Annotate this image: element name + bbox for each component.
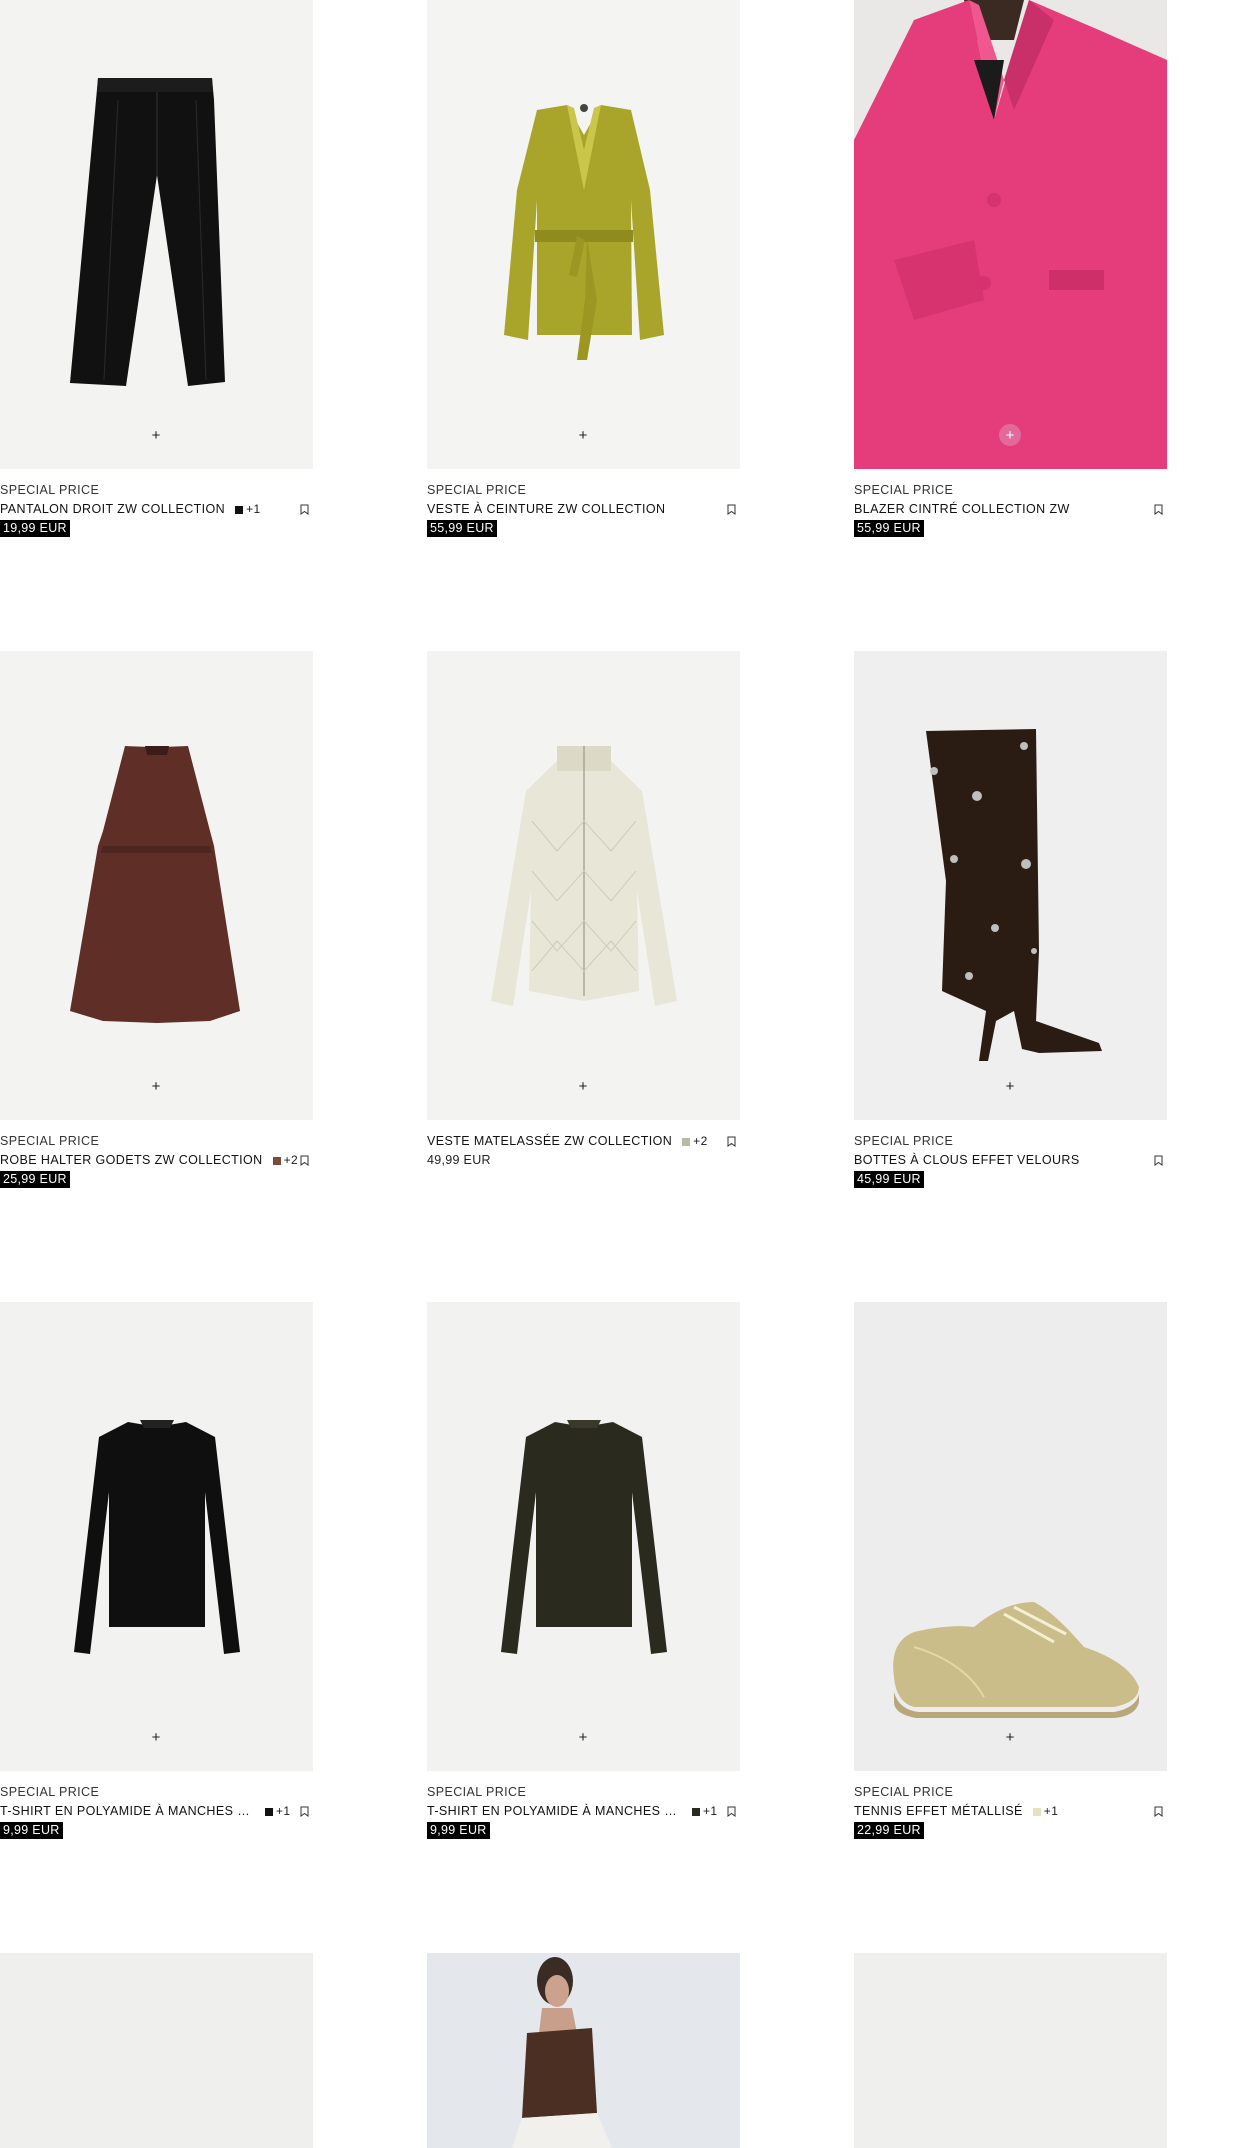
product-card[interactable] [854,1953,1167,2148]
product-price: 49,99 EUR [427,1153,491,1167]
product-name[interactable]: BLAZER CINTRÉ COLLECTION ZW [854,500,1070,519]
quick-add-plus-icon[interactable]: + [572,424,594,446]
more-colors-count: +2 [283,1153,299,1167]
product-price: 19,99 EUR [0,520,70,537]
quick-add-plus-icon[interactable]: + [999,1726,1021,1748]
special-price-tag: SPECIAL PRICE [0,1134,100,1148]
product-card[interactable]: + SPECIAL PRICE T-SHIRT EN POLYAMIDE À M… [427,1302,740,1840]
special-price-tag: SPECIAL PRICE [854,483,954,497]
more-colors-count: +1 [703,1804,718,1818]
color-swatch[interactable] [682,1137,691,1146]
product-image[interactable]: + [427,651,740,1120]
product-price: 9,99 EUR [0,1822,63,1839]
pink-blazer-model-image [854,0,1167,469]
color-swatch[interactable] [1032,1807,1041,1816]
product-card[interactable]: + SPECIAL PRICE PANTALON DROIT ZW COLLEC… [0,0,313,538]
special-price-tag: SPECIAL PRICE [427,1785,527,1799]
product-name[interactable]: VESTE À CEINTURE ZW COLLECTION [427,500,665,519]
metallic-sneaker-image [893,1602,1139,1718]
black-trousers-image [70,78,225,386]
quick-add-plus-icon[interactable]: + [999,1075,1021,1097]
more-colors-count: +1 [1043,1804,1059,1818]
product-name[interactable]: T-SHIRT EN POLYAMIDE À MANCHES L... [0,1802,255,1821]
bookmark-icon[interactable] [727,504,736,515]
special-price-tag: SPECIAL PRICE [0,1785,100,1799]
product-name[interactable]: BOTTES À CLOUS EFFET VELOURS [854,1151,1080,1170]
quick-add-plus-icon[interactable]: + [145,424,167,446]
model-brown-top-image [512,1953,657,2148]
bookmark-icon[interactable] [300,1155,309,1166]
product-image[interactable]: + [0,0,313,469]
product-card[interactable]: + VESTE MATELASSÉE ZW COLLECTION +2 49,9… [427,651,740,1170]
product-image[interactable] [0,1953,313,2148]
special-price-tag: SPECIAL PRICE [427,483,527,497]
product-card[interactable]: + SPECIAL PRICE ROBE HALTER GODETS ZW CO… [0,651,313,1189]
special-price-tag: SPECIAL PRICE [854,1134,954,1148]
quick-add-plus-icon[interactable]: + [145,1075,167,1097]
bookmark-icon[interactable] [1154,1806,1163,1817]
product-image[interactable] [427,1953,740,2148]
product-card[interactable]: + SPECIAL PRICE TENNIS EFFET MÉTALLISÉ +… [854,1302,1167,1840]
quick-add-plus-icon[interactable]: + [999,424,1021,446]
more-colors-count: +2 [693,1134,708,1148]
quick-add-plus-icon[interactable]: + [572,1075,594,1097]
product-card[interactable]: + SPECIAL PRICE VESTE À CEINTURE ZW COLL… [427,0,740,538]
product-card[interactable]: + SPECIAL PRICE BLAZER CINTRÉ COLLECTION… [854,0,1167,538]
color-swatch[interactable] [265,1807,273,1816]
product-price: 9,99 EUR [427,1822,490,1839]
product-name[interactable]: T-SHIRT EN POLYAMIDE À MANCHES L... [427,1802,682,1821]
product-image[interactable]: + [427,0,740,469]
more-colors-count: +1 [246,502,261,516]
product-price: 22,99 EUR [854,1822,924,1839]
product-price: 55,99 EUR [854,520,924,537]
product-image[interactable]: + [0,651,313,1120]
product-image[interactable]: + [854,0,1167,469]
quilted-jacket-image [491,746,677,1006]
product-card[interactable]: + SPECIAL PRICE T-SHIRT EN POLYAMIDE À M… [0,1302,313,1840]
studded-boot-image [926,729,1102,1061]
more-colors-count: +1 [276,1804,291,1818]
color-swatch[interactable] [692,1807,700,1816]
product-card[interactable] [0,1953,313,2148]
product-name[interactable]: PANTALON DROIT ZW COLLECTION [0,500,225,519]
color-swatch[interactable] [272,1156,281,1165]
belted-jacket-image [504,104,664,360]
product-price: 45,99 EUR [854,1171,924,1188]
bookmark-icon[interactable] [1154,1155,1163,1166]
product-name[interactable]: VESTE MATELASSÉE ZW COLLECTION [427,1132,672,1151]
special-price-tag: SPECIAL PRICE [854,1785,954,1799]
quick-add-plus-icon[interactable]: + [572,1726,594,1748]
special-price-tag: SPECIAL PRICE [0,483,100,497]
halter-dress-image [70,746,240,1023]
product-grid: + SPECIAL PRICE PANTALON DROIT ZW COLLEC… [0,0,1250,2148]
product-price: 55,99 EUR [427,520,497,537]
olive-longsleeve-image [501,1420,667,1654]
product-name[interactable]: ROBE HALTER GODETS ZW COLLECTION [0,1151,263,1170]
product-price: 25,99 EUR [0,1171,70,1188]
product-card[interactable] [427,1953,740,2148]
product-name[interactable]: TENNIS EFFET MÉTALLISÉ [854,1802,1023,1821]
bookmark-icon[interactable] [727,1136,736,1147]
product-image[interactable] [854,1953,1167,2148]
product-card[interactable]: + SPECIAL PRICE BOTTES À CLOUS EFFET VEL… [854,651,1167,1189]
color-swatch[interactable] [235,505,244,514]
product-image[interactable]: + [854,1302,1167,1771]
product-image[interactable]: + [427,1302,740,1771]
bookmark-icon[interactable] [300,1806,309,1817]
bookmark-icon[interactable] [727,1806,736,1817]
bookmark-icon[interactable] [300,504,309,515]
product-image[interactable]: + [0,1302,313,1771]
quick-add-plus-icon[interactable]: + [145,1726,167,1748]
black-longsleeve-image [74,1420,240,1654]
product-image[interactable]: + [854,651,1167,1120]
bookmark-icon[interactable] [1154,504,1163,515]
